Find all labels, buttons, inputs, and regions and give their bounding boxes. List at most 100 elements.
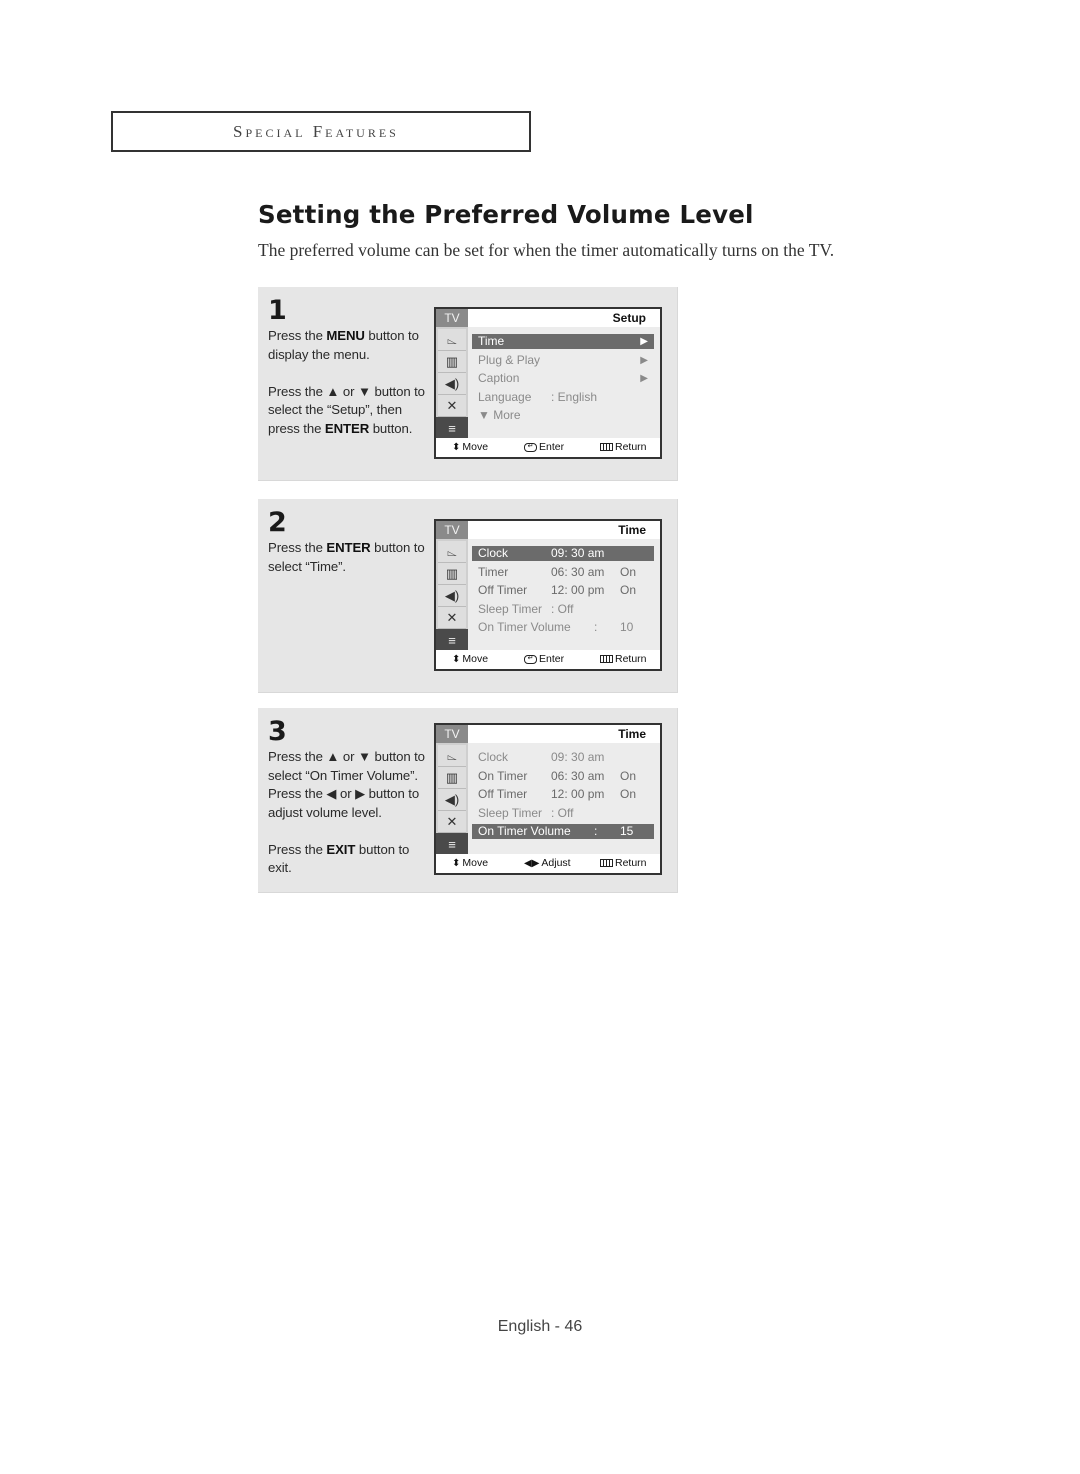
instruction-paragraph: Press the ENTER button to select “Time”. xyxy=(268,540,425,574)
menu-item-label: On Timer Volume xyxy=(478,620,571,634)
menu-item-label: Sleep Timer xyxy=(478,602,543,616)
menu-item-separator: : xyxy=(594,620,598,634)
footer-hint-label: Return xyxy=(615,857,647,869)
menu-header: Time xyxy=(468,725,660,743)
menu-header: Setup xyxy=(468,309,660,327)
sound-icon[interactable]: ◀) xyxy=(438,373,466,395)
menu-item[interactable]: Sleep Timer : Off xyxy=(472,602,654,617)
menu-list: Clock 09: 30 am Timer 06: 30 am On Off Timer 1… xyxy=(468,539,660,652)
menu-item-label: Clock xyxy=(478,546,509,560)
footer-hint: ⬍ Move xyxy=(452,653,488,665)
page-title: Setting the Preferred Volume Level xyxy=(258,200,754,229)
tv-menu-screen: TV ⌳ ▥ ◀) ✕ ≡ Time Clock 09: 30 am Timer 06: 30 am… xyxy=(434,519,662,671)
step-panel: 3 Press the ▲ or ▼ button to select “On T… xyxy=(258,708,678,893)
menu-sidebar: TV ⌳ ▥ ◀) ✕ ≡ xyxy=(436,309,468,440)
enter-icon: ↵ xyxy=(524,654,537,664)
menu-item-status: On xyxy=(620,583,637,597)
input-icon[interactable]: ⌳ xyxy=(438,329,466,351)
menu-item[interactable]: Caption ▶ xyxy=(472,371,654,386)
intro-text: The preferred volume can be set for when… xyxy=(258,240,835,260)
channel-icon[interactable]: ✕ xyxy=(438,395,466,417)
enter-icon: ↵ xyxy=(524,442,537,452)
menu-item[interactable]: Off Timer 12: 00 pm On xyxy=(472,787,654,802)
menu-sidebar: TV ⌳ ▥ ◀) ✕ ≡ xyxy=(436,725,468,856)
menu-title: Setup xyxy=(612,311,646,325)
footer-hint: ⬍ Move xyxy=(452,857,488,869)
footer-hint: Return xyxy=(600,857,647,869)
tv-menu-screen: TV ⌳ ▥ ◀) ✕ ≡ Time Clock 09: 30 am On Timer 06: 30… xyxy=(434,723,662,875)
footer-hint-label: Move xyxy=(462,857,489,869)
instruction-paragraph: Press the EXIT button to exit. xyxy=(268,841,410,876)
section-header: Special Features xyxy=(233,122,399,141)
channel-icon[interactable]: ✕ xyxy=(438,811,466,833)
menu-item[interactable]: Clock 09: 30 am xyxy=(472,546,654,561)
menu-item[interactable]: Clock 09: 30 am xyxy=(472,750,654,765)
menu-item-label: On Timer Volume xyxy=(478,824,571,838)
menu-item-value: : Off xyxy=(551,806,574,820)
step-number: 3 xyxy=(268,716,287,747)
footer-hint-label: Enter xyxy=(539,653,565,665)
picture-icon[interactable]: ▥ xyxy=(438,351,466,373)
menu-item-value: : English xyxy=(551,390,598,404)
menu-footer: ⬍ Move ↵ Enter Return xyxy=(436,650,660,669)
setup-icon[interactable]: ≡ xyxy=(436,417,468,440)
menu-header: Time xyxy=(468,521,660,539)
menu-footer: ⬍ Move ↵ Enter Return xyxy=(436,438,660,457)
menu-item[interactable]: Language : English xyxy=(472,390,654,405)
menu-item-value: 12: 00 pm xyxy=(551,787,605,801)
setup-icon[interactable]: ≡ xyxy=(436,833,468,856)
sound-icon[interactable]: ◀) xyxy=(438,789,466,811)
menu-item[interactable]: ▼ More xyxy=(472,408,654,423)
tv-menu-screen: TV ⌳ ▥ ◀) ✕ ≡ Setup Time ▶ Plug & Play ▶ Caption ▶ La… xyxy=(434,307,662,459)
menu-title: Time xyxy=(618,523,646,537)
footer-hint-label: Enter xyxy=(539,441,565,453)
input-icon[interactable]: ⌳ xyxy=(438,541,466,563)
menu-sidebar: TV ⌳ ▥ ◀) ✕ ≡ xyxy=(436,521,468,652)
up-down-arrow-icon: ⬍ xyxy=(452,857,461,869)
menu-item-value: : Off xyxy=(551,602,574,616)
setup-icon[interactable]: ≡ xyxy=(436,629,468,652)
menu-item-label: Off Timer xyxy=(478,583,528,597)
menu-item-status: On xyxy=(620,769,637,783)
footer-hint: ⬍ Move xyxy=(452,441,488,453)
footer-hint-label: Move xyxy=(462,653,489,665)
button-name: ENTER xyxy=(326,540,371,555)
menu-item-label: Language xyxy=(478,390,532,404)
step-number: 2 xyxy=(268,507,287,538)
menu-item-value: 09: 30 am xyxy=(551,750,605,764)
section-header-box: Special Features xyxy=(111,111,531,152)
instruction-paragraph: Press the ▲ or ▼ button to select “On Ti… xyxy=(268,749,425,820)
footer-hint: ◀▶ Adjust xyxy=(524,857,571,869)
footer-hint-label: Return xyxy=(615,653,647,665)
footer-hint: ↵ Enter xyxy=(524,653,564,665)
menu-item[interactable]: Timer 06: 30 am On xyxy=(472,565,654,580)
tv-label: TV xyxy=(436,521,468,539)
step-panel: 1 Press the MENU button to display the me… xyxy=(258,287,678,481)
input-icon[interactable]: ⌳ xyxy=(438,745,466,767)
sound-icon[interactable]: ◀) xyxy=(438,585,466,607)
step-instructions: Press the MENU button to display the men… xyxy=(268,327,433,457)
menu-item[interactable]: Sleep Timer : Off xyxy=(472,806,654,821)
menu-item-label: Clock xyxy=(478,750,509,764)
step-instructions: Press the ▲ or ▼ button to select “On Ti… xyxy=(268,748,433,896)
menu-item[interactable]: On Timer 06: 30 am On xyxy=(472,769,654,784)
menu-item[interactable]: On Timer Volume: 15 xyxy=(472,824,654,839)
menu-item[interactable]: Time ▶ xyxy=(472,334,654,349)
menu-item[interactable]: Plug & Play ▶ xyxy=(472,353,654,368)
submenu-arrow-icon: ▶ xyxy=(640,336,648,347)
menu-item[interactable]: Off Timer 12: 00 pm On xyxy=(472,583,654,598)
channel-icon[interactable]: ✕ xyxy=(438,607,466,629)
menu-item-status: 10 xyxy=(620,620,634,634)
button-name: EXIT xyxy=(326,841,356,857)
up-down-arrow-icon: ⬍ xyxy=(452,653,461,665)
menu-item-label: Time xyxy=(478,334,505,348)
return-icon xyxy=(600,859,613,867)
menu-item-value: 12: 00 pm xyxy=(551,583,605,597)
footer-hint-label: Return xyxy=(615,441,647,453)
picture-icon[interactable]: ▥ xyxy=(438,767,466,789)
footer-hint-label: Move xyxy=(462,441,489,453)
menu-item[interactable]: On Timer Volume: 10 xyxy=(472,620,654,635)
picture-icon[interactable]: ▥ xyxy=(438,563,466,585)
menu-list: Clock 09: 30 am On Timer 06: 30 am On Off Tim… xyxy=(468,743,660,856)
return-icon xyxy=(600,655,613,663)
